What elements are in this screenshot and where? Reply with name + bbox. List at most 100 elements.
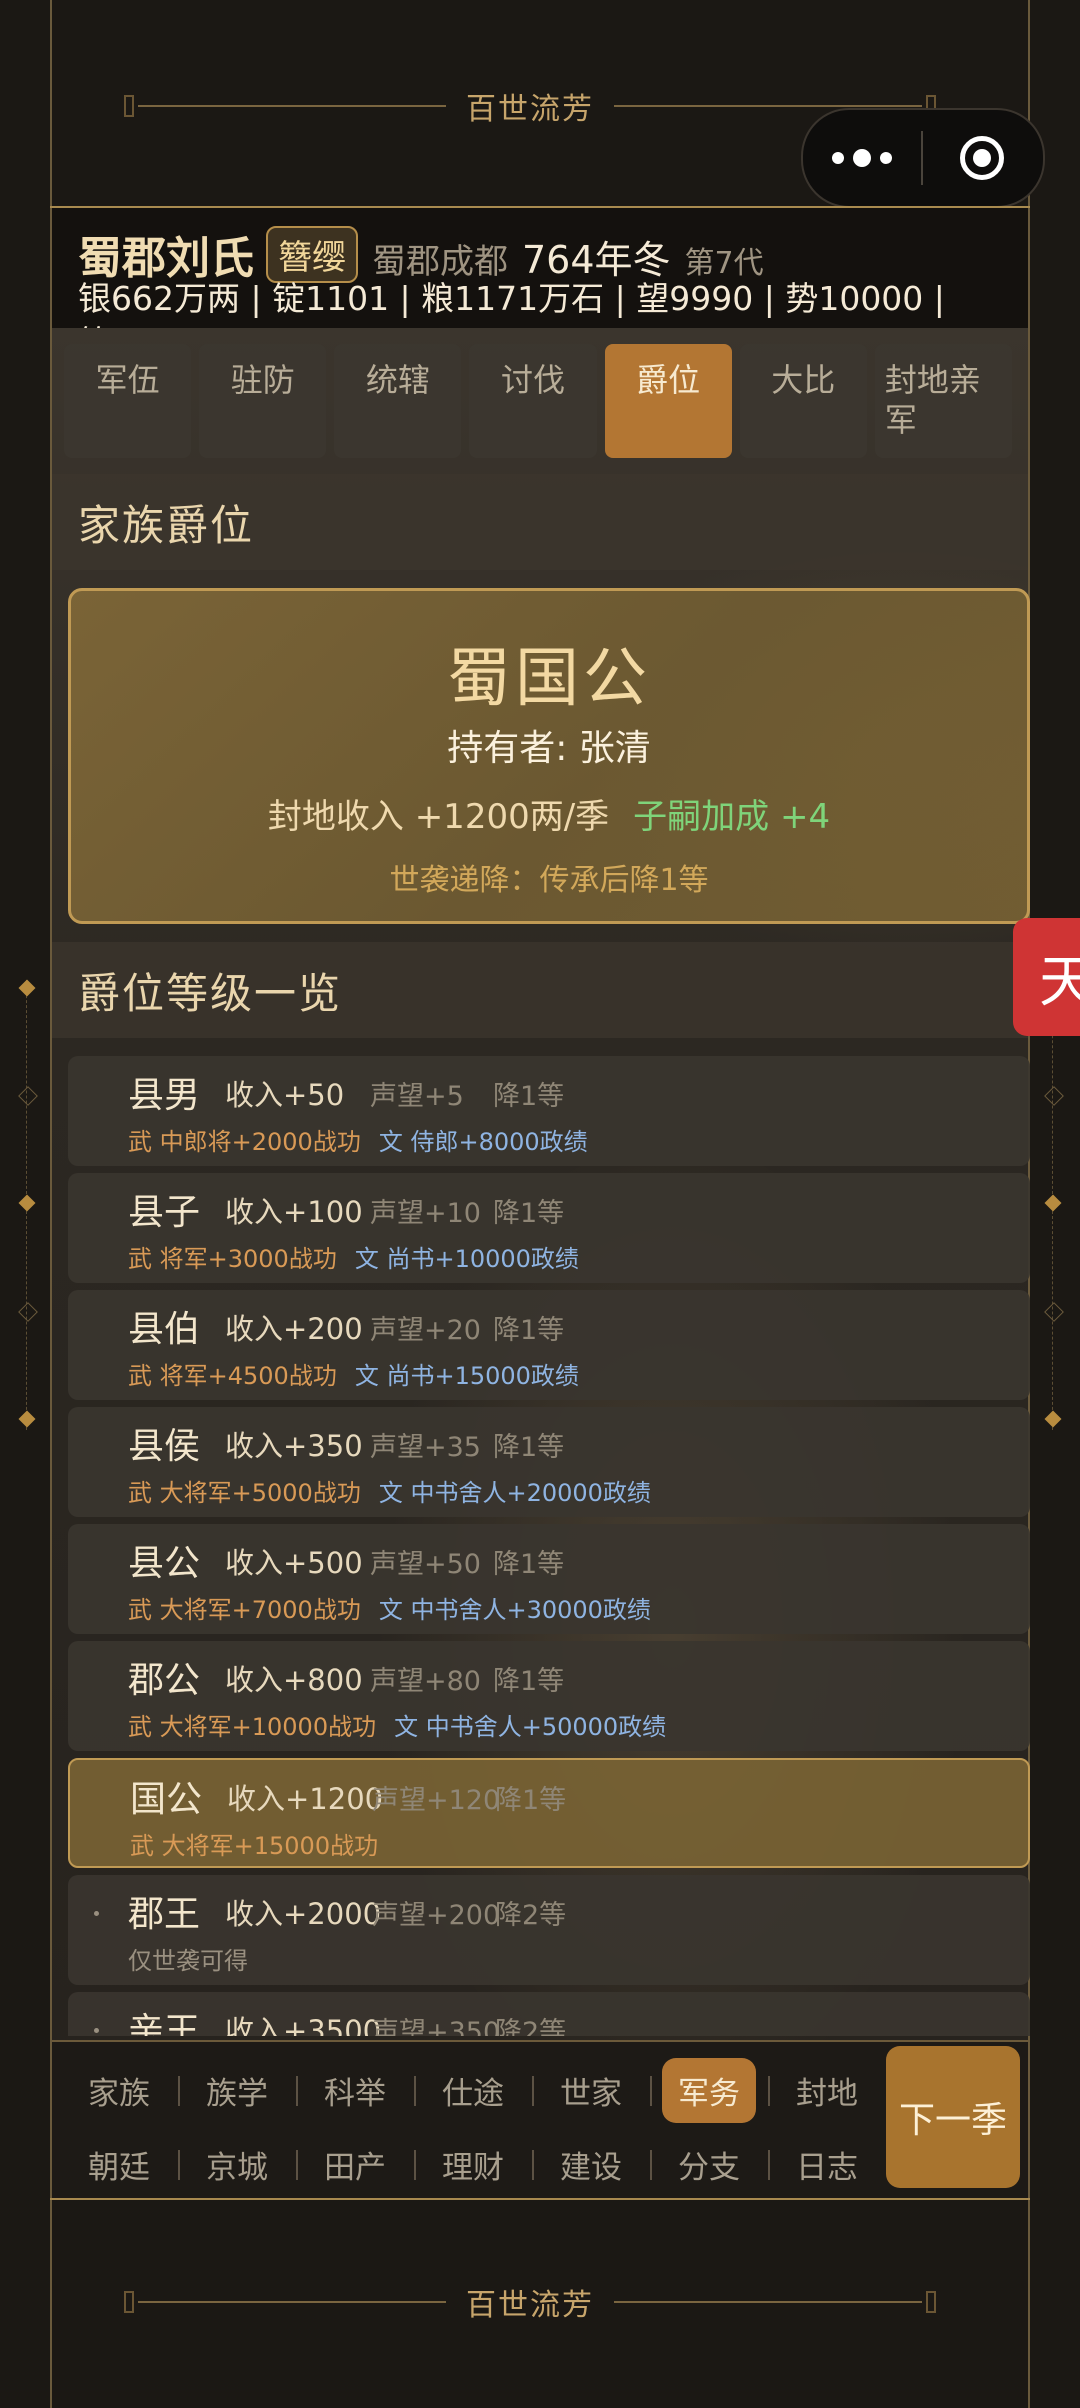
rank-drop: 降2等 (495, 2017, 567, 2036)
rank-income: 收入+800 (225, 1663, 363, 1697)
rank-requirement: 武 大将军+10000战功文 中书舍人+50000政绩 (128, 1707, 666, 1742)
rank-list: 县男 收入+50 声望+5 降1等 武 中郎将+2000战功文 侍郎+8000政… (68, 1056, 1030, 2036)
nav-clan-school[interactable]: 族学 (178, 2058, 296, 2122)
rank-income-line: 封地收入 +1200两/季 子嗣加成 +4 (71, 789, 1027, 838)
civil-req: 文 侍郎+8000政绩 (378, 1128, 588, 1156)
tab-campaign[interactable]: 讨伐 (469, 344, 597, 458)
rank-name: 县男 (128, 1075, 201, 1116)
rank-name: 县子 (128, 1192, 201, 1233)
section-title: 爵位等级一览 (78, 968, 343, 1018)
nav-finance[interactable]: 理财 (414, 2132, 532, 2196)
military-req: 武 将军+3000战功 (128, 1245, 337, 1273)
rank-income: 收入+50 (225, 1078, 345, 1112)
diamond-icon (18, 1194, 36, 1212)
rank-drop: 降1等 (493, 1198, 565, 1229)
rank-requirement: 武 中郎将+2000战功文 侍郎+8000政绩 (128, 1122, 588, 1157)
rank-row[interactable]: 县公 收入+500 声望+50 降1等 武 大将军+7000战功文 中书舍人+3… (68, 1524, 1030, 1634)
rank-income: 收入+2000 (225, 1897, 382, 1931)
rank-income: 收入+1200 (227, 1782, 384, 1816)
rank-name: 郡王 (128, 1894, 201, 1935)
diamond-icon (18, 1302, 38, 1322)
nav-exam[interactable]: 科举 (296, 2058, 414, 2122)
nav-court[interactable]: 朝廷 (60, 2132, 178, 2196)
tab-nobility[interactable]: 爵位 (604, 344, 732, 458)
rank-name: 国公 (130, 1779, 203, 1820)
rank-row[interactable]: 郡公 收入+800 声望+80 降1等 武 大将军+10000战功文 中书舍人+… (68, 1641, 1030, 1751)
nav-log[interactable]: 日志 (768, 2132, 886, 2196)
tab-command[interactable]: 统辖 (334, 344, 462, 458)
rank-drop: 降1等 (493, 1081, 565, 1112)
resource-bar: 银662万两 | 锭1101 | 粮1171万石 | 望9990 | 势1000… (78, 279, 945, 318)
military-req: 武 大将军+5000战功 (128, 1479, 361, 1507)
section-rank-list: 爵位等级一览 (52, 942, 1028, 1038)
diamond-icon (18, 1086, 38, 1106)
nav-branch[interactable]: 分支 (650, 2132, 768, 2196)
nav-farmland[interactable]: 田产 (296, 2132, 414, 2196)
tab-fief-guard[interactable]: 封地亲军 (874, 344, 1012, 458)
rank-requirement: 武 将军+3000战功文 尚书+10000政绩 (128, 1239, 579, 1274)
rank-income: 收入+500 (225, 1546, 363, 1580)
bullet-icon (94, 1911, 99, 1916)
rank-income: 收入+350 (225, 1429, 363, 1463)
rank-income: 收入+200 (225, 1312, 363, 1346)
nav-construction[interactable]: 建设 (532, 2132, 650, 2196)
rank-requirement: 武 将军+4500战功文 尚书+15000政绩 (128, 1356, 579, 1391)
inheritance-decay: 世袭递降：传承后降1等 (389, 863, 709, 898)
military-tabs: 军伍 驻防 统辖 讨伐 爵位 大比 封地亲军 (64, 344, 1012, 458)
rank-row[interactable]: 县伯 收入+200 声望+20 降1等 武 将军+4500战功文 尚书+1500… (68, 1290, 1030, 1400)
side-flag[interactable]: 天 (1013, 918, 1080, 1036)
nav-career[interactable]: 仕途 (414, 2058, 532, 2122)
rank-name: 县侯 (128, 1426, 201, 1467)
rank-prestige: 声望+50 (370, 1549, 481, 1580)
rank-requirement: 仅世袭可得 (128, 1941, 248, 1976)
diamond-icon (1044, 1302, 1064, 1322)
civil-req: 文 中书舍人+30000政绩 (378, 1596, 651, 1624)
rank-income: 收入+3500 (225, 2014, 382, 2036)
rank-requirement: 武 大将军+15000战功 (130, 1826, 378, 1861)
current-rank-card: 蜀国公 持有者: 张清 封地收入 +1200两/季 子嗣加成 +4 世袭递降：传承… (68, 588, 1030, 924)
rank-prestige: 声望+35 (370, 1432, 481, 1463)
tab-troops[interactable]: 军伍 (64, 344, 192, 458)
diamond-icon (18, 979, 36, 997)
rank-row[interactable]: 县男 收入+50 声望+5 降1等 武 中郎将+2000战功文 侍郎+8000政… (68, 1056, 1030, 1166)
rank-requirement: 武 大将军+5000战功文 中书舍人+20000政绩 (128, 1473, 651, 1508)
more-icon[interactable] (803, 149, 921, 167)
tab-garrison[interactable]: 驻防 (199, 344, 327, 458)
rank-prestige: 声望+5 (370, 1081, 464, 1112)
nav-fief[interactable]: 封地 (768, 2058, 886, 2122)
nav-military[interactable]: 军务 (650, 2057, 768, 2123)
bottom-banner: 百世流芳 (120, 2272, 940, 2332)
rank-requirement: 武 大将军+7000战功文 中书舍人+30000政绩 (128, 1590, 651, 1625)
rank-holder: 持有者: 张清 (447, 728, 651, 769)
diamond-icon (1044, 1194, 1062, 1212)
rank-row[interactable]: 县侯 收入+350 声望+35 降1等 武 大将军+5000战功文 中书舍人+2… (68, 1407, 1030, 1517)
nav-family[interactable]: 家族 (60, 2058, 178, 2122)
bottom-nav: 家族 族学 科举 仕途 世家 军务 封地 朝廷 京城 田产 理财 建设 分支 日… (52, 2040, 1028, 2200)
rank-row[interactable]: 县子 收入+100 声望+10 降1等 武 将军+3000战功文 尚书+1000… (68, 1173, 1030, 1283)
rank-name: 亲王 (128, 2011, 201, 2036)
diamond-icon (1044, 1410, 1062, 1428)
nav-capital[interactable]: 京城 (178, 2132, 296, 2196)
rank-title: 蜀国公 (447, 642, 651, 716)
rank-note: 仅世袭可得 (128, 1947, 248, 1975)
diamond-icon (18, 1410, 36, 1428)
rank-income: 收入+100 (225, 1195, 363, 1229)
rank-prestige: 声望+10 (370, 1198, 481, 1229)
civil-req: 文 中书舍人+20000政绩 (378, 1479, 651, 1507)
military-req: 武 中郎将+2000战功 (128, 1128, 361, 1156)
rank-drop: 降1等 (495, 1785, 567, 1816)
rank-row-current[interactable]: 国公 收入+1200 声望+120 降1等 武 大将军+15000战功 (68, 1758, 1030, 1868)
next-season-button[interactable]: 下一季 (886, 2046, 1020, 2188)
heir-bonus: 子嗣加成 +4 (633, 797, 831, 837)
fief-income: 封地收入 +1200两/季 (267, 797, 610, 837)
rank-row[interactable]: 亲王 收入+3500 声望+350 降2等 (68, 1992, 1030, 2036)
nav-border (50, 2198, 1030, 2200)
civil-req: 文 尚书+10000政绩 (354, 1245, 579, 1273)
nav-aristocracy[interactable]: 世家 (532, 2058, 650, 2122)
tab-tournament[interactable]: 大比 (739, 344, 867, 458)
rank-prestige: 声望+20 (370, 1315, 481, 1346)
rank-row[interactable]: 郡王 收入+2000 声望+200 降2等 仅世袭可得 (68, 1875, 1030, 1985)
close-target-icon[interactable] (923, 136, 1041, 180)
bullet-icon (94, 2028, 99, 2033)
civil-req: 文 尚书+15000政绩 (354, 1362, 579, 1390)
